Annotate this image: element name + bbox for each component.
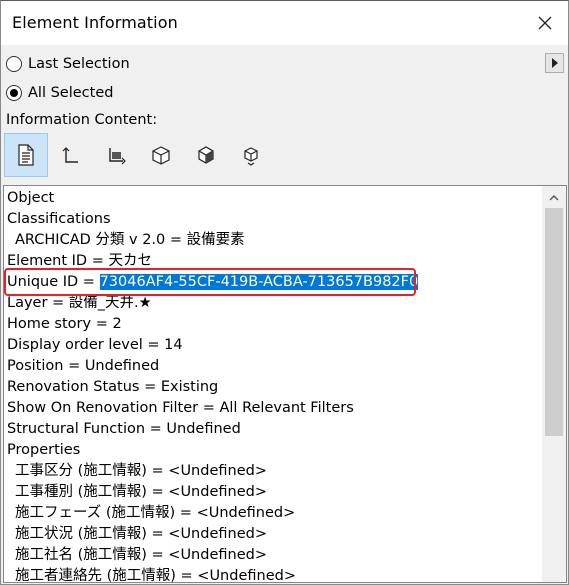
last-selection-radio[interactable] (6, 56, 22, 72)
info-line: 工事区分 (施工情報) = <Undefined> (15, 463, 267, 479)
info-line: Properties (7, 442, 81, 458)
info-line: ARCHICAD 分類 v 2.0 = 設備要素 (15, 232, 245, 248)
info-line: Show On Renovation Filter = All Relevant… (7, 400, 354, 416)
scroll-thumb[interactable] (545, 208, 563, 436)
info-line: 工事種別 (施工情報) = <Undefined> (15, 484, 267, 500)
info-line: Display order level = 14 (7, 337, 183, 353)
box-icon (152, 146, 170, 165)
box-transform-icon (244, 147, 258, 166)
info-line: Home story = 2 (7, 316, 122, 332)
info-line: 施工フェーズ (施工情報) = <Undefined> (15, 505, 296, 521)
info-line: Position = Undefined (7, 358, 160, 374)
close-icon (538, 16, 552, 30)
last-selection-option[interactable]: Last Selection (6, 53, 130, 75)
all-selected-option[interactable]: All Selected (6, 82, 113, 104)
expand-button[interactable] (545, 53, 564, 73)
box-rotate-icon (198, 146, 214, 164)
info-line: Renovation Status = Existing (7, 379, 219, 395)
tool-box[interactable] (139, 133, 183, 177)
tool-element-axes[interactable] (94, 133, 138, 177)
info-lines: Object Classifications ARCHICAD 分類 v 2.0 =… (7, 188, 419, 583)
vertical-scrollbar[interactable] (542, 186, 566, 582)
element-info-list[interactable]: Object Classifications ARCHICAD 分類 v 2.0 =… (3, 185, 567, 583)
close-button[interactable] (522, 1, 568, 45)
play-arrow-icon (551, 58, 558, 68)
all-selected-radio[interactable] (6, 85, 22, 101)
title-bar: Element Information (1, 1, 568, 45)
tool-document[interactable] (4, 133, 48, 177)
unique-id-annotation-box (4, 268, 416, 296)
information-content-label: Information Content: (6, 112, 158, 128)
scroll-up-button[interactable] (542, 186, 566, 208)
info-line: Structural Function = Undefined (7, 421, 241, 437)
tool-box-rotate[interactable] (184, 133, 228, 177)
tool-box-transform[interactable] (229, 133, 273, 177)
all-selected-label: All Selected (28, 85, 114, 101)
info-line: Classifications (7, 211, 111, 227)
info-line: 施工状況 (施工情報) = <Undefined> (15, 526, 267, 542)
last-selection-label: Last Selection (28, 56, 130, 72)
info-line: Layer = 設備_天井.★ (7, 295, 152, 311)
element-icon (62, 147, 78, 163)
info-line: 施工者連絡先 (施工情報) = <Undefined> (15, 568, 296, 583)
info-line: Object (7, 190, 55, 206)
chevron-up-icon (549, 194, 559, 200)
element-information-window: Element Information Last Selection All S… (0, 0, 569, 585)
tool-element[interactable] (49, 133, 93, 177)
information-content-toolbar (4, 133, 274, 177)
info-line: 施工社名 (施工情報) = <Undefined> (15, 547, 267, 563)
window-title: Element Information (12, 13, 178, 32)
document-icon (18, 144, 34, 166)
element-axes-icon (109, 148, 126, 165)
